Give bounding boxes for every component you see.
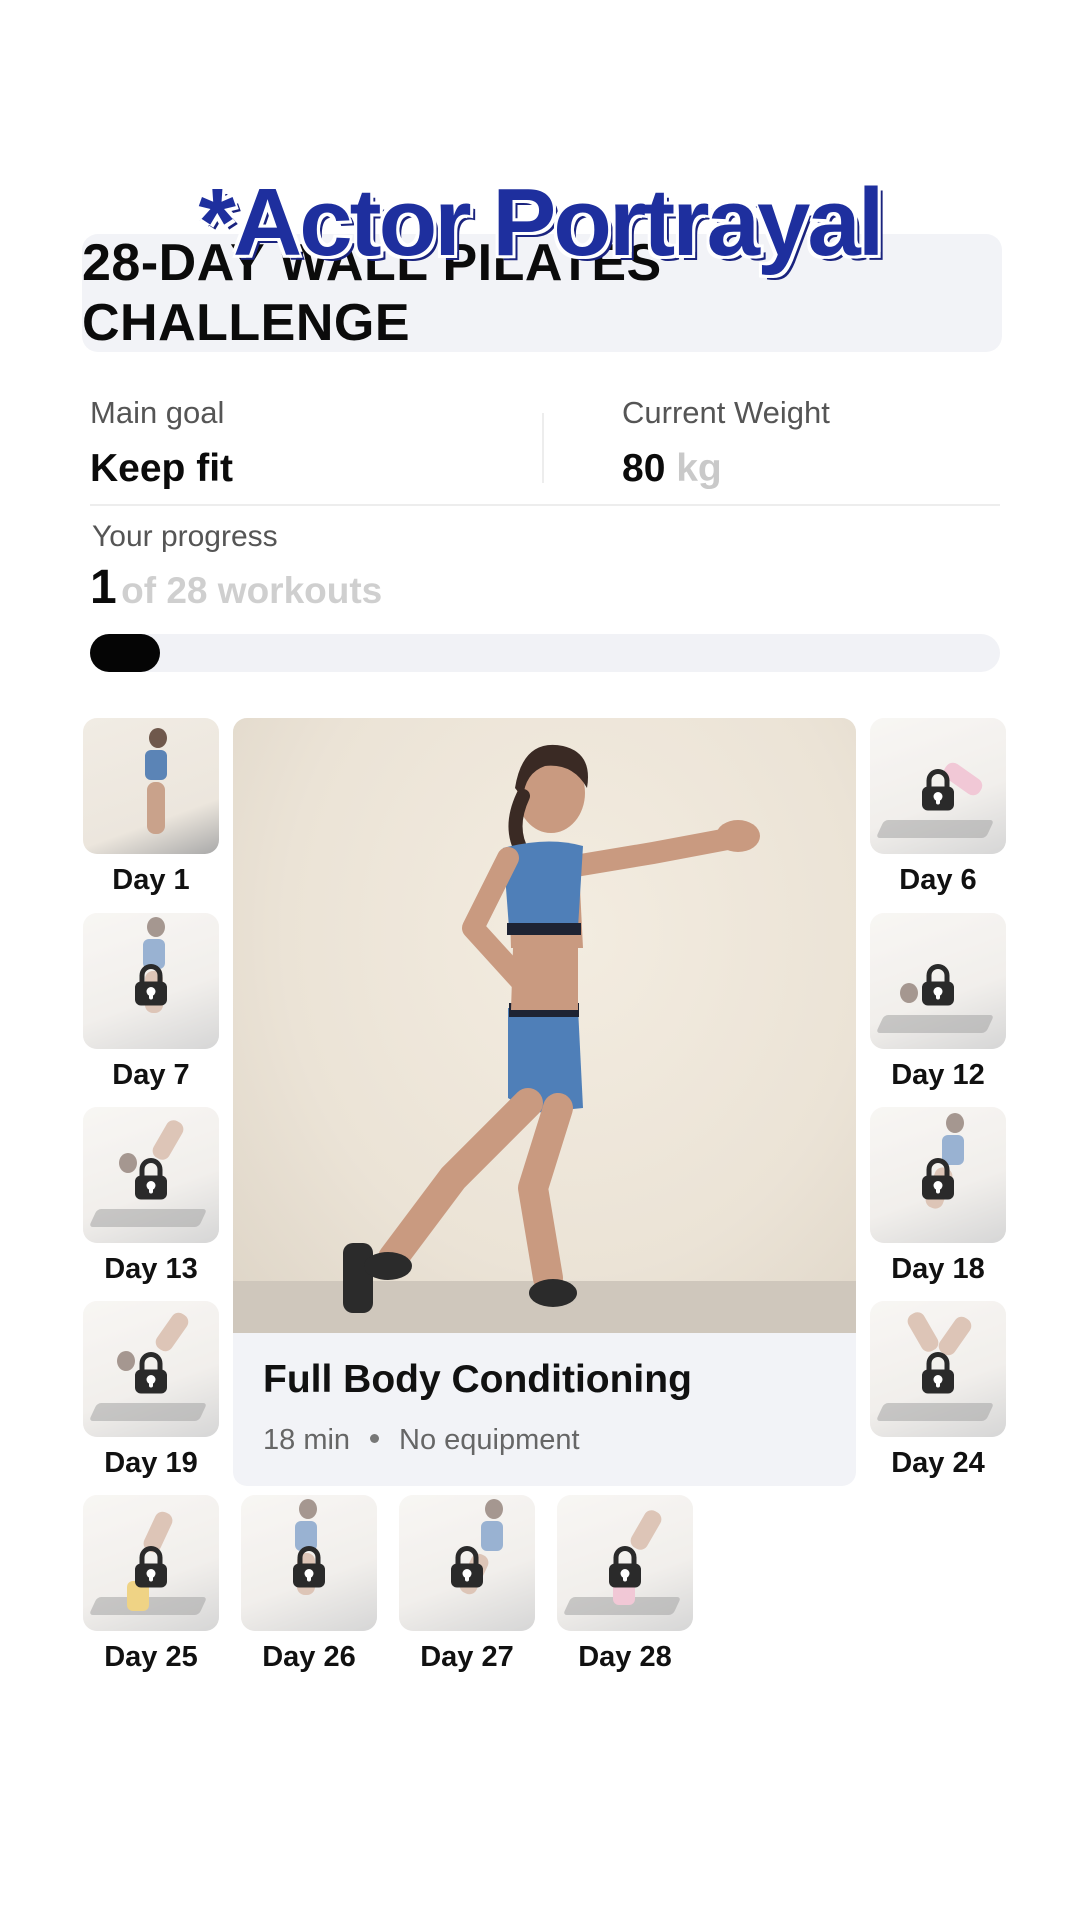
- progress-current: 1: [90, 561, 117, 614]
- day-tile-1[interactable]: Day 1: [83, 718, 219, 897]
- lock-icon: [135, 1546, 167, 1588]
- day-tile-12[interactable]: Day 12: [870, 913, 1006, 1092]
- featured-workout-video[interactable]: [233, 718, 856, 1333]
- day-tile-6[interactable]: Day 6: [870, 718, 1006, 897]
- day-thumbnail: [870, 1107, 1006, 1243]
- stats-section: Main goal Keep fit Current Weight 80 kg: [90, 395, 1000, 505]
- day-tile-18[interactable]: Day 18: [870, 1107, 1006, 1286]
- progress-count: 1 of 28 workouts: [90, 560, 382, 615]
- lock-icon: [922, 1158, 954, 1200]
- day-thumbnail: [83, 1301, 219, 1437]
- workout-equipment: No equipment: [399, 1424, 580, 1456]
- current-weight-value: 80: [622, 447, 666, 490]
- lock-icon: [609, 1546, 641, 1588]
- lock-icon: [922, 1352, 954, 1394]
- progress-bar-fill: [90, 634, 161, 672]
- day-label: Day 18: [891, 1253, 985, 1285]
- day-tile-7[interactable]: Day 7: [83, 913, 219, 1092]
- actor-portrayal-caption: *Actor Portrayal: [198, 169, 885, 276]
- day-label: Day 6: [899, 864, 977, 896]
- day-tile-27[interactable]: Day 27: [399, 1495, 535, 1674]
- day-tile-25[interactable]: Day 25: [83, 1495, 219, 1674]
- main-goal-stat[interactable]: Main goal Keep fit: [90, 395, 233, 491]
- day-tile-24[interactable]: Day 24: [870, 1301, 1006, 1480]
- main-goal-value: Keep fit: [90, 447, 234, 490]
- day-label: Day 26: [262, 1641, 356, 1673]
- day-label: Day 25: [104, 1641, 198, 1673]
- day-thumbnail: [870, 718, 1006, 854]
- stats-divider: [542, 413, 544, 483]
- day-thumbnail: [870, 913, 1006, 1049]
- day-thumbnail: [870, 1301, 1006, 1437]
- lock-icon: [451, 1546, 483, 1588]
- progress-bar: [90, 634, 1000, 672]
- progress-label: Your progress: [92, 520, 278, 553]
- day-thumbnail: [241, 1495, 377, 1631]
- day-label: Day 1: [112, 864, 190, 896]
- day-label: Day 13: [104, 1253, 198, 1285]
- current-weight-unit: kg: [676, 447, 722, 490]
- section-divider: [90, 504, 1000, 506]
- current-weight-stat[interactable]: Current Weight 80 kg: [622, 395, 830, 491]
- lock-icon: [135, 1158, 167, 1200]
- workout-duration: 18 min: [263, 1424, 351, 1456]
- lock-icon: [293, 1546, 325, 1588]
- featured-workout-card[interactable]: Full Body Conditioning 18 min No equipmen…: [233, 718, 856, 1486]
- featured-workout-title: Full Body Conditioning: [263, 1358, 692, 1401]
- lock-icon: [922, 964, 954, 1006]
- progress-total: of 28 workouts: [121, 570, 383, 611]
- day-thumbnail: [83, 1107, 219, 1243]
- day-tile-13[interactable]: Day 13: [83, 1107, 219, 1286]
- day-tile-19[interactable]: Day 19: [83, 1301, 219, 1480]
- separator-dot: [370, 1434, 380, 1444]
- day-label: Day 12: [891, 1059, 985, 1091]
- day-thumbnail: [83, 1495, 219, 1631]
- day-label: Day 19: [104, 1447, 198, 1479]
- day-thumbnail: [557, 1495, 693, 1631]
- current-weight-label: Current Weight: [622, 395, 830, 430]
- day-label: Day 7: [112, 1059, 190, 1091]
- main-goal-label: Main goal: [90, 395, 225, 430]
- lock-icon: [135, 964, 167, 1006]
- day-tile-26[interactable]: Day 26: [241, 1495, 377, 1674]
- day-label: Day 28: [578, 1641, 672, 1673]
- lock-icon: [922, 769, 954, 811]
- day-thumbnail: [83, 718, 219, 854]
- day-thumbnail: [83, 913, 219, 1049]
- day-label: Day 24: [891, 1447, 985, 1479]
- day-thumbnail: [399, 1495, 535, 1631]
- day-tile-28[interactable]: Day 28: [557, 1495, 693, 1674]
- day-label: Day 27: [420, 1641, 514, 1673]
- lock-icon: [135, 1352, 167, 1394]
- workout-model-figure: [233, 744, 856, 1333]
- featured-workout-meta: 18 min No equipment: [263, 1424, 692, 1457]
